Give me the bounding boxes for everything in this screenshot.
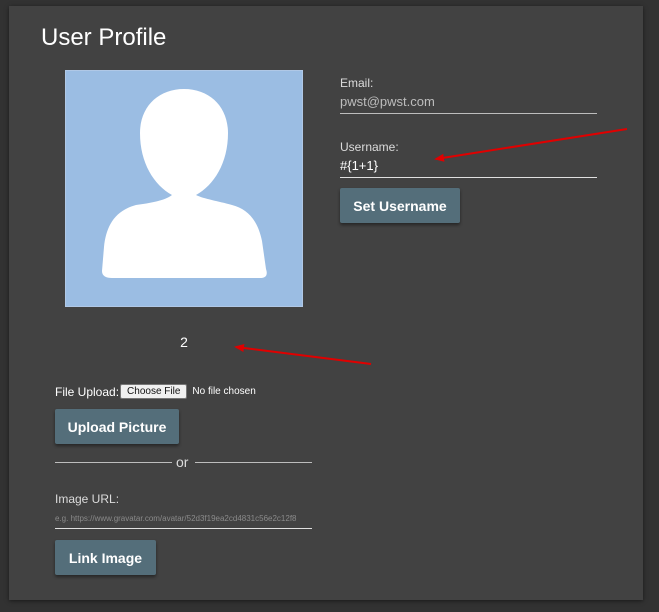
profile-card: User Profile 2 Email: Username: Set User… (9, 6, 643, 600)
email-underline (340, 113, 597, 114)
email-label: Email: (340, 76, 374, 90)
image-url-label: Image URL: (55, 492, 120, 506)
file-upload-label: File Upload: (55, 384, 120, 399)
set-username-button[interactable]: Set Username (340, 188, 460, 223)
divider-right (195, 462, 312, 463)
file-status: No file chosen (192, 386, 256, 397)
counter-value: 2 (180, 334, 188, 350)
user-silhouette-icon (102, 89, 267, 278)
username-label: Username: (340, 140, 399, 154)
link-image-button[interactable]: Link Image (55, 540, 156, 575)
divider-left (55, 462, 172, 463)
username-underline (340, 177, 597, 178)
image-url-input[interactable] (55, 514, 312, 523)
upload-picture-button[interactable]: Upload Picture (55, 409, 179, 444)
divider-or-text: or (176, 454, 189, 470)
choose-file-button[interactable]: Choose File (120, 384, 188, 399)
avatar (65, 70, 303, 307)
email-field[interactable] (340, 94, 596, 109)
file-upload-row: File Upload: Choose File No file chosen (55, 384, 256, 399)
image-url-underline (55, 528, 312, 529)
username-field[interactable] (340, 158, 596, 173)
page-title: User Profile (41, 24, 167, 51)
